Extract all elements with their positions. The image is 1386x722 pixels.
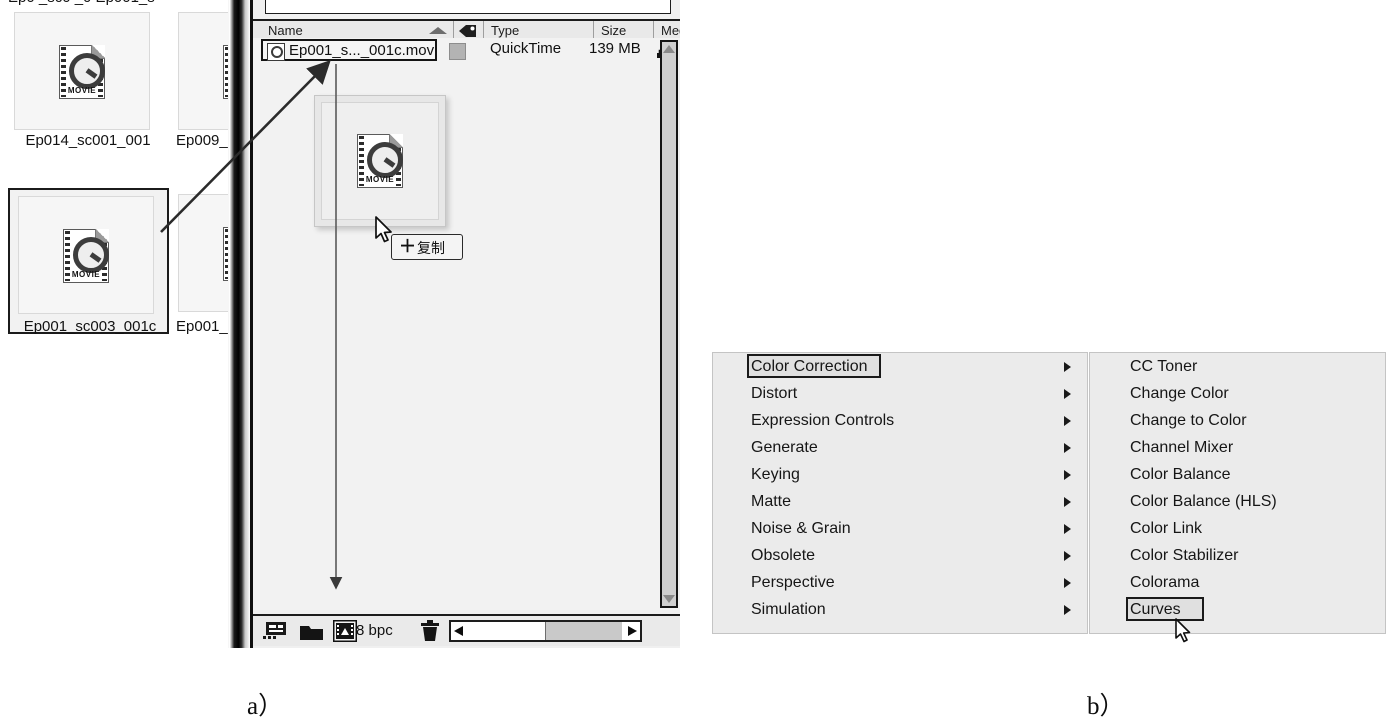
file-type: QuickTime <box>490 40 562 57</box>
menu-item-label: CC Toner <box>1130 358 1198 375</box>
search-input[interactable] <box>265 0 671 14</box>
panel-b-effect-menu: Color Correction Distort Expression Cont… <box>712 352 1386 643</box>
scroll-left-arrow-icon[interactable] <box>454 626 463 636</box>
menu-item-matte[interactable]: Matte <box>713 488 1087 515</box>
menu-item-label: Obsolete <box>751 547 816 564</box>
submenu-item-cc-toner[interactable]: CC Toner <box>1090 353 1385 380</box>
menu-item-label: Color Balance <box>1130 466 1231 483</box>
chevron-right-icon <box>1064 443 1071 453</box>
vertical-scrollbar[interactable] <box>660 40 678 608</box>
menu-item-label: Perspective <box>751 574 835 591</box>
tag-icon <box>458 24 478 38</box>
menu-item-label: Distort <box>751 385 798 402</box>
submenu-item-channel-mixer[interactable]: Channel Mixer <box>1090 434 1385 461</box>
drag-copy-label: 复制 <box>417 241 445 257</box>
submenu-item-colorama[interactable]: Colorama <box>1090 569 1385 596</box>
submenu-item-color-stabilizer[interactable]: Color Stabilizer <box>1090 542 1385 569</box>
chevron-right-icon <box>1064 389 1071 399</box>
chevron-right-icon <box>1064 416 1071 426</box>
thumbnail-browser[interactable]: Ep0 _sc0 _0 Ep001_s MOVIE Ep014_sc001_00… <box>0 0 250 648</box>
thumbnail-item[interactable]: MOVIE Ep014_sc001_001 <box>8 10 156 160</box>
menu-item-label: Color Correction <box>751 358 868 375</box>
submenu-item-curves[interactable]: Curves <box>1090 596 1385 623</box>
menu-item-label: Generate <box>751 439 818 456</box>
caption-b: b） <box>1087 693 1125 720</box>
drag-ghost-thumbnail: MOVIE <box>314 95 446 227</box>
caption-a: a） <box>247 693 284 720</box>
menu-item-label: Curves <box>1130 601 1181 618</box>
cut-off-label-row: Ep0 _sc0 _0 Ep001_s <box>8 0 248 7</box>
horizontal-scrollbar[interactable] <box>449 620 642 642</box>
menu-item-distort[interactable]: Distort <box>713 380 1087 407</box>
menu-item-noise-and-grain[interactable]: Noise & Grain <box>713 515 1087 542</box>
thumbnail-label: Ep014_sc001_001 <box>25 132 151 149</box>
drag-copy-tooltip: ＋ 复制 <box>391 234 463 260</box>
thumbnail-frame: MOVIE <box>18 196 154 314</box>
chevron-right-icon <box>1064 497 1071 507</box>
file-size: 139 MB <box>589 40 641 57</box>
effect-category-menu[interactable]: Color Correction Distort Expression Cont… <box>712 352 1088 634</box>
trash-icon[interactable] <box>420 620 440 647</box>
menu-item-label: Color Balance (HLS) <box>1130 493 1277 510</box>
menu-item-label: Matte <box>751 493 792 510</box>
panel-bottom-toolbar: 8 bpc <box>253 614 680 646</box>
chevron-right-icon <box>1064 578 1071 588</box>
quicktime-movie-icon: MOVIE <box>63 229 109 283</box>
menu-item-label: Color Link <box>1130 520 1203 537</box>
scrollbar-thumb[interactable] <box>545 622 622 640</box>
window-divider <box>228 0 250 648</box>
file-name: Ep001_s..._001c.mov <box>289 42 435 59</box>
submenu-item-color-balance[interactable]: Color Balance <box>1090 461 1385 488</box>
menu-item-obsolete[interactable]: Obsolete <box>713 542 1087 569</box>
scroll-up-arrow-icon[interactable] <box>663 45 675 53</box>
menu-item-label: Keying <box>751 466 800 483</box>
menu-item-label: Change Color <box>1130 385 1229 402</box>
quicktime-movie-icon <box>267 43 285 61</box>
menu-item-label: Change to Color <box>1130 412 1247 429</box>
menu-item-label: Color Stabilizer <box>1130 547 1239 564</box>
submenu-item-color-balance-hls[interactable]: Color Balance (HLS) <box>1090 488 1385 515</box>
thumbnail-frame: MOVIE <box>14 12 150 130</box>
mouse-pointer-icon <box>375 216 395 249</box>
plus-icon: ＋ <box>399 237 416 256</box>
chevron-right-icon <box>1064 362 1071 372</box>
submenu-item-color-link[interactable]: Color Link <box>1090 515 1385 542</box>
thumbnail-item-selected[interactable]: MOVIE Ep001_sc003_001c <box>8 188 169 342</box>
color-correction-submenu[interactable]: CC Toner Change Color Change to Color Ch… <box>1089 352 1386 634</box>
new-folder-icon[interactable] <box>300 624 323 645</box>
sort-ascending-icon[interactable] <box>429 27 447 34</box>
table-row[interactable]: Ep001_s..._001c.mov <box>261 39 437 61</box>
menu-item-label: Noise & Grain <box>751 520 851 537</box>
submenu-item-change-color[interactable]: Change Color <box>1090 380 1385 407</box>
interpret-footage-icon[interactable] <box>332 619 358 647</box>
menu-item-label: Channel Mixer <box>1130 439 1234 456</box>
chevron-right-icon <box>1064 524 1071 534</box>
chevron-right-icon <box>1064 470 1071 480</box>
menu-item-color-correction[interactable]: Color Correction <box>713 353 1087 380</box>
project-panel: Name Type Size Med Ep001_s..._001c.mov Q… <box>250 0 680 648</box>
menu-item-label: Colorama <box>1130 574 1200 591</box>
quicktime-movie-icon: MOVIE <box>59 45 105 99</box>
quicktime-movie-icon: MOVIE <box>357 134 403 188</box>
submenu-item-change-to-color[interactable]: Change to Color <box>1090 407 1385 434</box>
chevron-right-icon <box>1064 605 1071 615</box>
menu-item-simulation[interactable]: Simulation <box>713 596 1087 623</box>
thumbnail-label: Ep001_sc003_001c <box>23 318 157 335</box>
chevron-right-icon <box>1064 551 1071 561</box>
scroll-down-arrow-icon[interactable] <box>663 595 675 603</box>
mouse-pointer-icon <box>1175 618 1193 649</box>
panel-a-project-view: Ep0 _sc0 _0 Ep001_s MOVIE Ep014_sc001_00… <box>0 0 680 648</box>
search-row <box>257 0 677 16</box>
menu-item-label: Expression Controls <box>751 412 895 429</box>
menu-item-label: Simulation <box>751 601 826 618</box>
menu-item-expression-controls[interactable]: Expression Controls <box>713 407 1087 434</box>
new-composition-icon[interactable] <box>263 621 289 646</box>
scroll-right-arrow-icon[interactable] <box>628 626 637 636</box>
menu-item-perspective[interactable]: Perspective <box>713 569 1087 596</box>
label-color-swatch[interactable] <box>449 43 466 60</box>
bit-depth-label[interactable]: 8 bpc <box>356 622 393 639</box>
menu-item-generate[interactable]: Generate <box>713 434 1087 461</box>
menu-item-keying[interactable]: Keying <box>713 461 1087 488</box>
